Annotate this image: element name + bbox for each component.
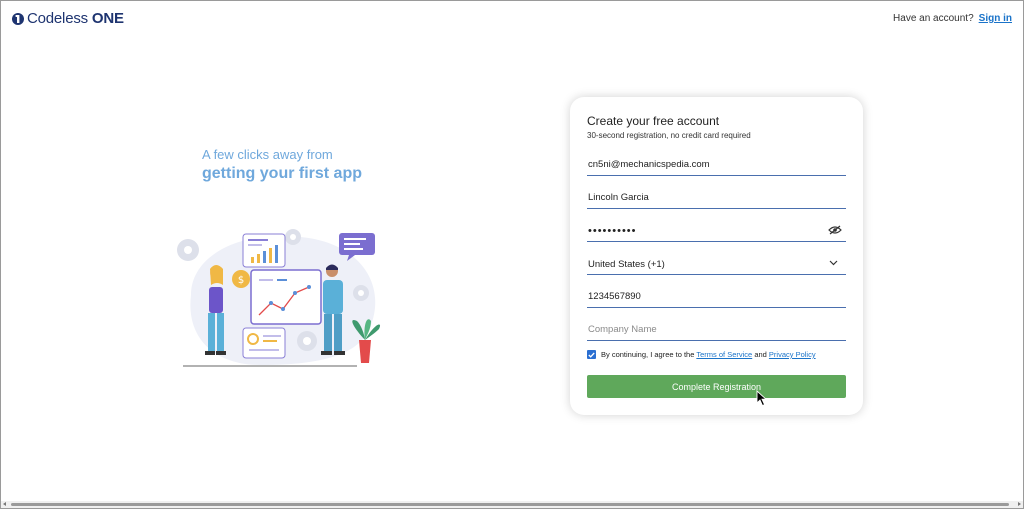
checkbox-checked-icon[interactable] [587, 350, 596, 359]
codeless-logo-icon [12, 12, 24, 25]
phone-field[interactable] [587, 286, 846, 308]
country-select[interactable] [587, 253, 846, 275]
full-name-field[interactable] [587, 187, 846, 209]
terms-agreement: By continuing, I agree to the Terms of S… [587, 350, 816, 359]
logo-text: Codeless ONE [27, 10, 124, 27]
form-subtitle: 30-second registration, no credit card r… [587, 131, 751, 140]
privacy-policy-link[interactable]: Privacy Policy [769, 350, 816, 359]
password-field[interactable] [587, 220, 846, 242]
account-prompt: Have an account? Sign in [893, 13, 1012, 24]
company-name-field[interactable] [587, 319, 846, 341]
have-account-text: Have an account? [893, 13, 974, 24]
scroll-right-icon[interactable] [1018, 502, 1021, 506]
codeless-logo[interactable]: Codeless ONE [12, 10, 124, 27]
complete-registration-button[interactable]: Complete Registration [587, 375, 846, 398]
hero-tagline-line1: A few clicks away from [202, 147, 333, 162]
mouse-pointer-icon [756, 390, 767, 407]
eye-off-icon[interactable] [828, 225, 842, 235]
gear-icon [353, 285, 369, 301]
registration-card: Create your free account 30-second regis… [570, 97, 863, 415]
scrollbar-thumb[interactable] [11, 503, 1009, 506]
chevron-down-icon[interactable] [829, 260, 838, 266]
horizontal-scrollbar[interactable] [1, 501, 1023, 508]
gear-icon [297, 331, 317, 351]
sign-in-link[interactable]: Sign in [979, 13, 1012, 24]
agree-text: By continuing, I agree to the Terms of S… [601, 350, 816, 359]
terms-of-service-link[interactable]: Terms of Service [696, 350, 752, 359]
scroll-left-icon[interactable] [3, 502, 6, 506]
hero-illustration: $ [177, 229, 381, 367]
gear-icon [177, 239, 199, 261]
gear-icon [285, 229, 301, 245]
svg-text:$: $ [238, 275, 244, 286]
hero-tagline-line2: getting your first app [202, 165, 362, 182]
email-field[interactable] [587, 154, 846, 176]
form-title: Create your free account [587, 114, 720, 128]
